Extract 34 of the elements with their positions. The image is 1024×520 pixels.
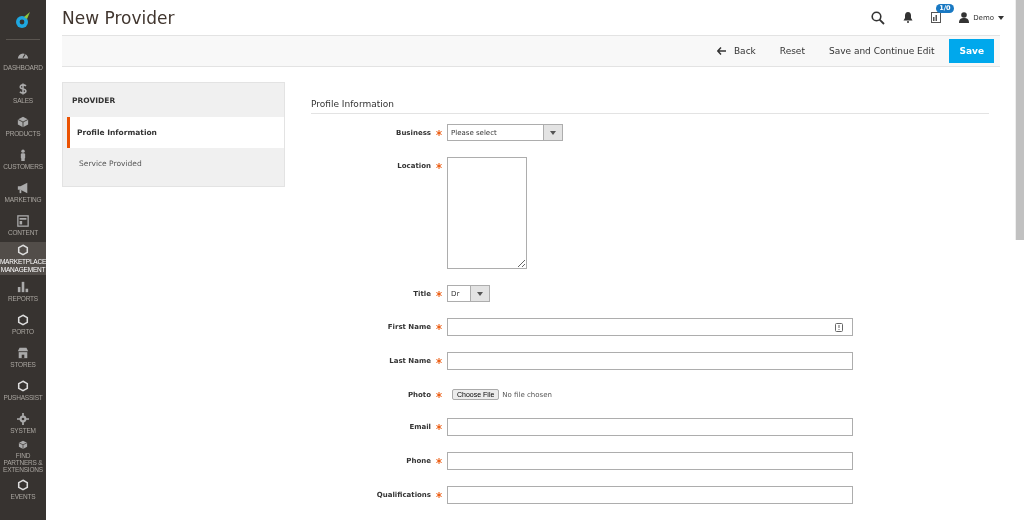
store-icon	[17, 346, 29, 359]
arrow-left-icon	[716, 47, 726, 56]
caret-icon	[477, 291, 483, 296]
action-button[interactable]: Reset	[770, 39, 814, 64]
logo-icon[interactable]	[15, 10, 31, 29]
bell-icon[interactable]	[903, 12, 914, 24]
caret-icon	[998, 15, 1004, 20]
input-field[interactable]	[447, 352, 853, 370]
hexagon-icon	[17, 313, 29, 326]
back-button[interactable]: Back	[707, 39, 765, 64]
report-icon[interactable]	[931, 12, 942, 24]
input-field[interactable]	[447, 318, 853, 336]
hexagon-icon	[17, 244, 29, 257]
layout-icon	[17, 214, 29, 227]
input-field[interactable]	[447, 452, 853, 470]
box-icon	[17, 440, 29, 450]
dollar-icon	[17, 82, 29, 95]
megaphone-icon	[17, 181, 29, 194]
bar-chart-icon	[17, 280, 29, 293]
user-icon	[959, 12, 970, 24]
hexagon-icon	[17, 478, 29, 491]
autofill-icon[interactable]	[835, 322, 843, 332]
gear-icon	[17, 412, 29, 425]
section-title: Profile Information	[311, 99, 989, 114]
box-icon	[17, 115, 29, 128]
input-field[interactable]	[447, 486, 853, 504]
caret-icon	[550, 130, 556, 135]
text-area[interactable]	[447, 157, 527, 269]
action-button[interactable]: Save and Continue Edit	[819, 39, 944, 64]
scrollbar[interactable]	[1015, 0, 1024, 240]
input-field[interactable]	[447, 418, 853, 436]
hexagon-icon	[17, 379, 29, 392]
page-title: New Provider	[62, 7, 175, 28]
search-icon[interactable]	[871, 10, 886, 25]
